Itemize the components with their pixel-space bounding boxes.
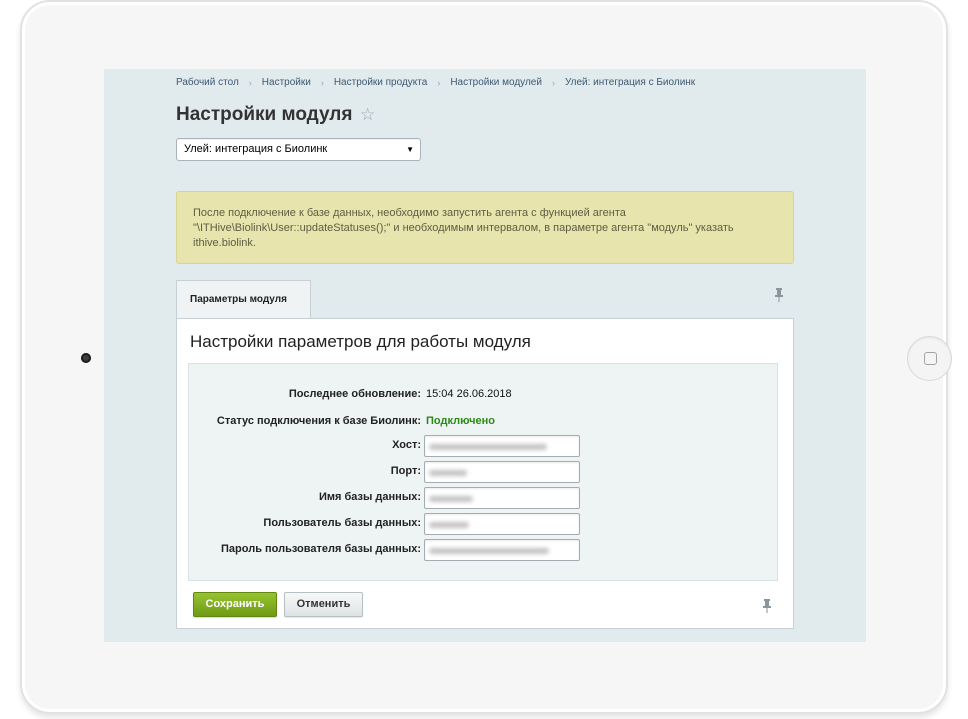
settings-panel: Настройки параметров для работы модуля П… <box>176 318 794 629</box>
breadcrumb-item-module-settings[interactable]: Настройки модулей <box>450 77 542 88</box>
notice-message: После подключение к базе данных, необход… <box>176 191 794 264</box>
port-label: Порт: <box>390 465 421 477</box>
db-password-label: Пароль пользователя базы данных: <box>221 543 421 555</box>
chevron-down-icon: ▼ <box>406 145 414 154</box>
save-button[interactable]: Сохранить <box>193 592 277 617</box>
form-row-last-update: Последнее обновление: 15:04 26.06.2018 <box>189 384 779 406</box>
host-label: Хост: <box>392 439 421 451</box>
last-update-label: Последнее обновление: <box>288 388 421 400</box>
form-row-db-name: Имя базы данных: <box>189 487 779 509</box>
camera-dot <box>81 353 91 363</box>
screen: Рабочий стол › Настройки › Настройки про… <box>104 69 866 642</box>
form-row-db-user: Пользователь базы данных: <box>189 513 779 535</box>
module-select[interactable]: Улей: интеграция с Биолинк ▼ <box>176 138 421 161</box>
blurred-value <box>429 496 473 502</box>
form-row-host: Хост: <box>189 435 779 457</box>
panel-title: Настройки параметров для работы модуля <box>190 332 531 351</box>
form-row-status: Статус подключения к базе Биолинк: Подкл… <box>189 411 779 433</box>
db-user-input[interactable] <box>424 513 580 535</box>
db-password-input[interactable] <box>424 539 580 561</box>
tab-module-parameters[interactable]: Параметры модуля <box>176 280 311 318</box>
form-row-port: Порт: <box>189 461 779 483</box>
breadcrumb-item-current[interactable]: Улей: интеграция с Биолинк <box>565 77 695 88</box>
star-icon[interactable]: ☆ <box>360 105 375 125</box>
tab-bar: Параметры модуля <box>176 280 794 318</box>
home-button-icon <box>924 352 937 365</box>
breadcrumb-separator: › <box>437 77 441 88</box>
cancel-button[interactable]: Отменить <box>284 592 363 617</box>
breadcrumb-separator: › <box>248 77 252 88</box>
db-name-input[interactable] <box>424 487 580 509</box>
breadcrumb-item-desktop[interactable]: Рабочий стол <box>176 77 239 88</box>
blurred-value <box>429 444 547 450</box>
breadcrumb-separator: › <box>551 77 555 88</box>
form-row-db-password: Пароль пользователя базы данных: <box>189 539 779 561</box>
breadcrumb-item-settings[interactable]: Настройки <box>262 77 311 88</box>
breadcrumb: Рабочий стол › Настройки › Настройки про… <box>176 77 695 88</box>
port-input[interactable] <box>424 461 580 483</box>
db-name-label: Имя базы данных: <box>318 491 421 503</box>
pin-icon[interactable] <box>762 599 772 613</box>
breadcrumb-item-product-settings[interactable]: Настройки продукта <box>334 77 427 88</box>
last-update-value: 15:04 26.06.2018 <box>426 388 512 400</box>
blurred-value <box>429 522 469 528</box>
host-input[interactable] <box>424 435 580 457</box>
status-value: Подключено <box>426 415 495 427</box>
settings-form: Последнее обновление: 15:04 26.06.2018 С… <box>188 363 778 581</box>
page-title: Настройки модуля <box>176 104 353 125</box>
breadcrumb-separator: › <box>320 77 324 88</box>
pin-icon[interactable] <box>774 288 784 302</box>
db-user-label: Пользователь базы данных: <box>263 517 421 529</box>
blurred-value <box>429 470 467 476</box>
home-button[interactable] <box>907 336 952 381</box>
blurred-value <box>429 548 549 554</box>
module-select-value: Улей: интеграция с Биолинк <box>184 143 328 155</box>
status-label: Статус подключения к базе Биолинк: <box>216 415 421 427</box>
